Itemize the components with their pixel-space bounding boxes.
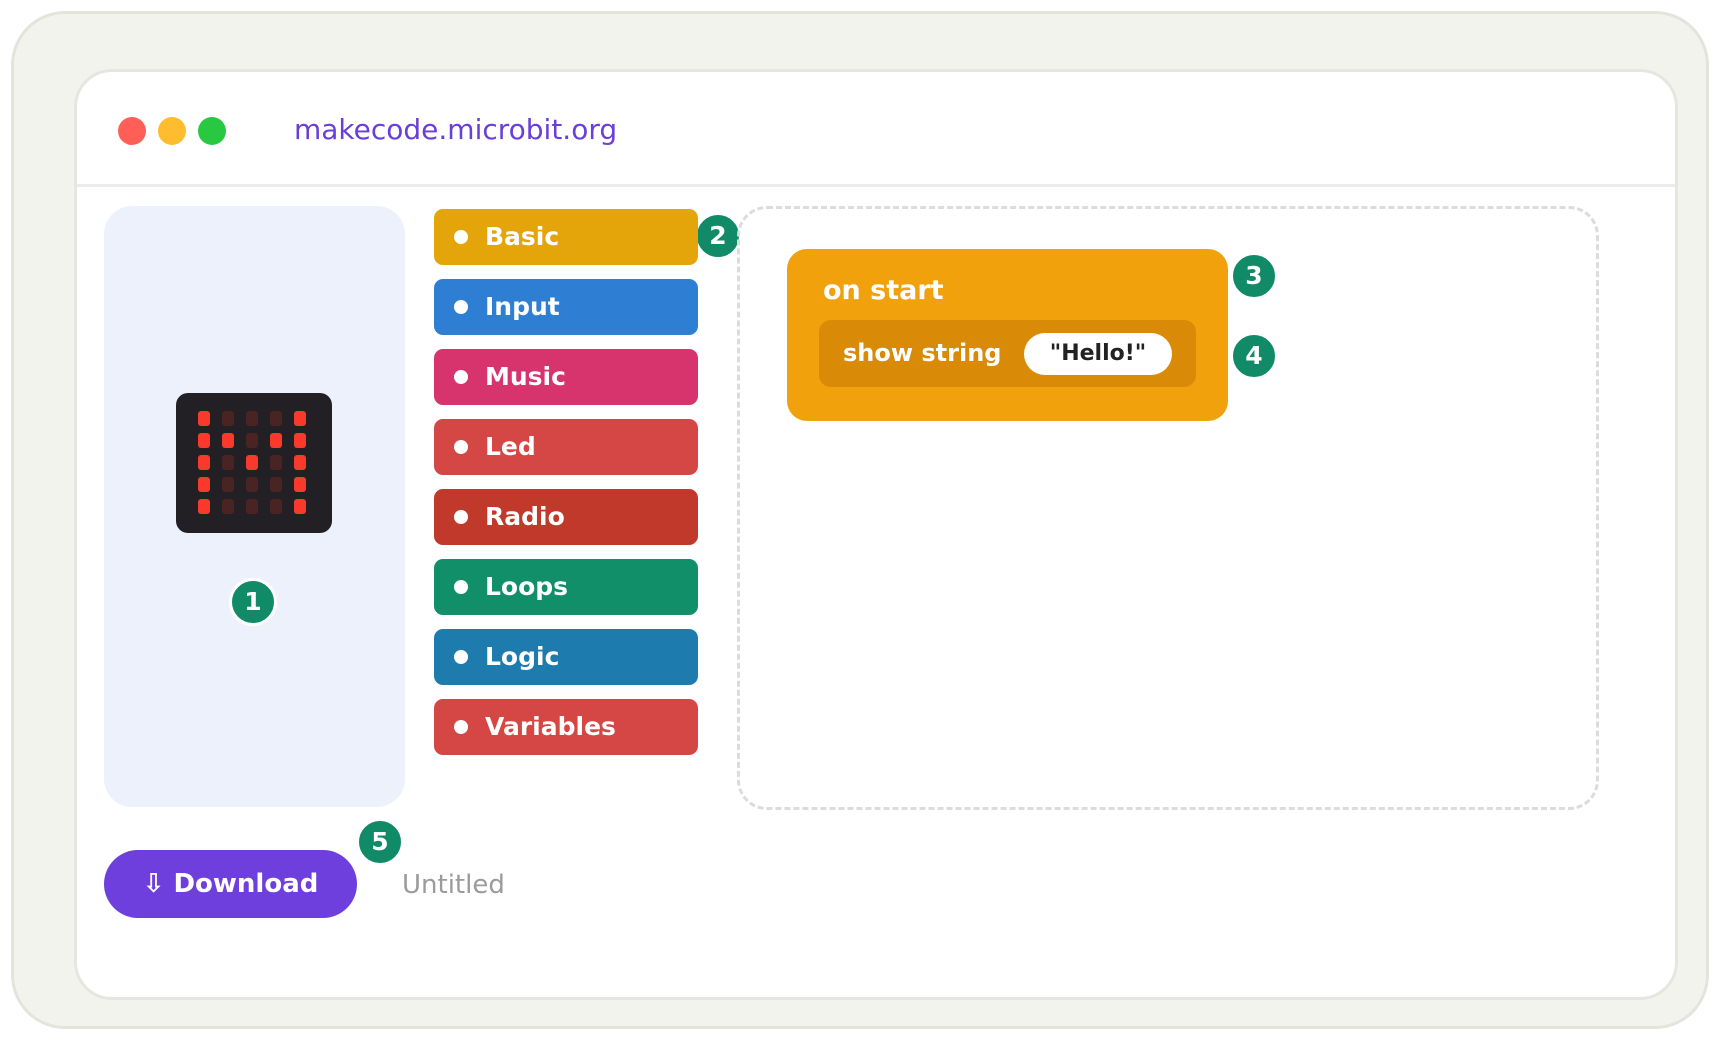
category-label: Input xyxy=(485,292,560,321)
led-on xyxy=(198,411,210,426)
download-button[interactable]: ⇩ Download xyxy=(104,850,357,918)
category-dot-icon xyxy=(454,510,468,524)
category-dot-icon xyxy=(454,300,468,314)
category-label: Logic xyxy=(485,642,560,671)
led-off xyxy=(246,411,258,426)
on-start-label: on start xyxy=(823,275,944,306)
led-on xyxy=(198,477,210,492)
category-dot-icon xyxy=(454,720,468,734)
category-music[interactable]: Music xyxy=(434,349,698,405)
led-off xyxy=(246,477,258,492)
category-label: Led xyxy=(485,432,536,461)
category-dot-icon xyxy=(454,440,468,454)
category-label: Variables xyxy=(485,712,616,741)
led-off xyxy=(222,455,234,470)
led-on xyxy=(294,455,306,470)
project-name-field[interactable]: Untitled xyxy=(402,868,505,902)
on-start-block[interactable]: on start show string "Hello!" xyxy=(787,249,1228,421)
led-on xyxy=(294,499,306,514)
led-off xyxy=(270,455,282,470)
simulator-panel xyxy=(104,206,405,807)
category-label: Basic xyxy=(485,222,560,251)
category-basic[interactable]: Basic xyxy=(434,209,698,265)
close-window-icon[interactable] xyxy=(118,117,146,145)
step-badge-2: 2 xyxy=(694,212,742,260)
category-logic[interactable]: Logic xyxy=(434,629,698,685)
led-off xyxy=(270,477,282,492)
category-input[interactable]: Input xyxy=(434,279,698,335)
category-radio[interactable]: Radio xyxy=(434,489,698,545)
category-variables[interactable]: Variables xyxy=(434,699,698,755)
category-dot-icon xyxy=(454,580,468,594)
led-off xyxy=(246,499,258,514)
category-led[interactable]: Led xyxy=(434,419,698,475)
category-loops[interactable]: Loops xyxy=(434,559,698,615)
led-on xyxy=(294,411,306,426)
category-label: Loops xyxy=(485,572,569,601)
led-on xyxy=(198,499,210,514)
led-on xyxy=(246,455,258,470)
led-off xyxy=(222,499,234,514)
led-on xyxy=(222,433,234,448)
show-string-block[interactable]: show string "Hello!" xyxy=(819,320,1196,387)
address-bar-url[interactable]: makecode.microbit.org xyxy=(294,112,617,148)
step-badge-5: 5 xyxy=(356,818,404,866)
category-label: Music xyxy=(485,362,566,391)
led-off xyxy=(246,433,258,448)
led-on xyxy=(294,433,306,448)
category-dot-icon xyxy=(454,230,468,244)
category-label: Radio xyxy=(485,502,565,531)
show-string-label: show string xyxy=(843,339,1002,367)
maximize-window-icon[interactable] xyxy=(198,117,226,145)
category-dot-icon xyxy=(454,650,468,664)
led-off xyxy=(222,411,234,426)
led-off xyxy=(270,499,282,514)
step-badge-1: 1 xyxy=(229,578,277,626)
category-dot-icon xyxy=(454,370,468,384)
minimize-window-icon[interactable] xyxy=(158,117,186,145)
led-on xyxy=(294,477,306,492)
led-on xyxy=(198,455,210,470)
title-bar: makecode.microbit.org xyxy=(77,72,1675,187)
led-off xyxy=(270,411,282,426)
led-on xyxy=(270,433,282,448)
string-value-input[interactable]: "Hello!" xyxy=(1024,333,1172,375)
led-off xyxy=(222,477,234,492)
led-on xyxy=(198,433,210,448)
microbit-led-display[interactable] xyxy=(176,393,332,533)
